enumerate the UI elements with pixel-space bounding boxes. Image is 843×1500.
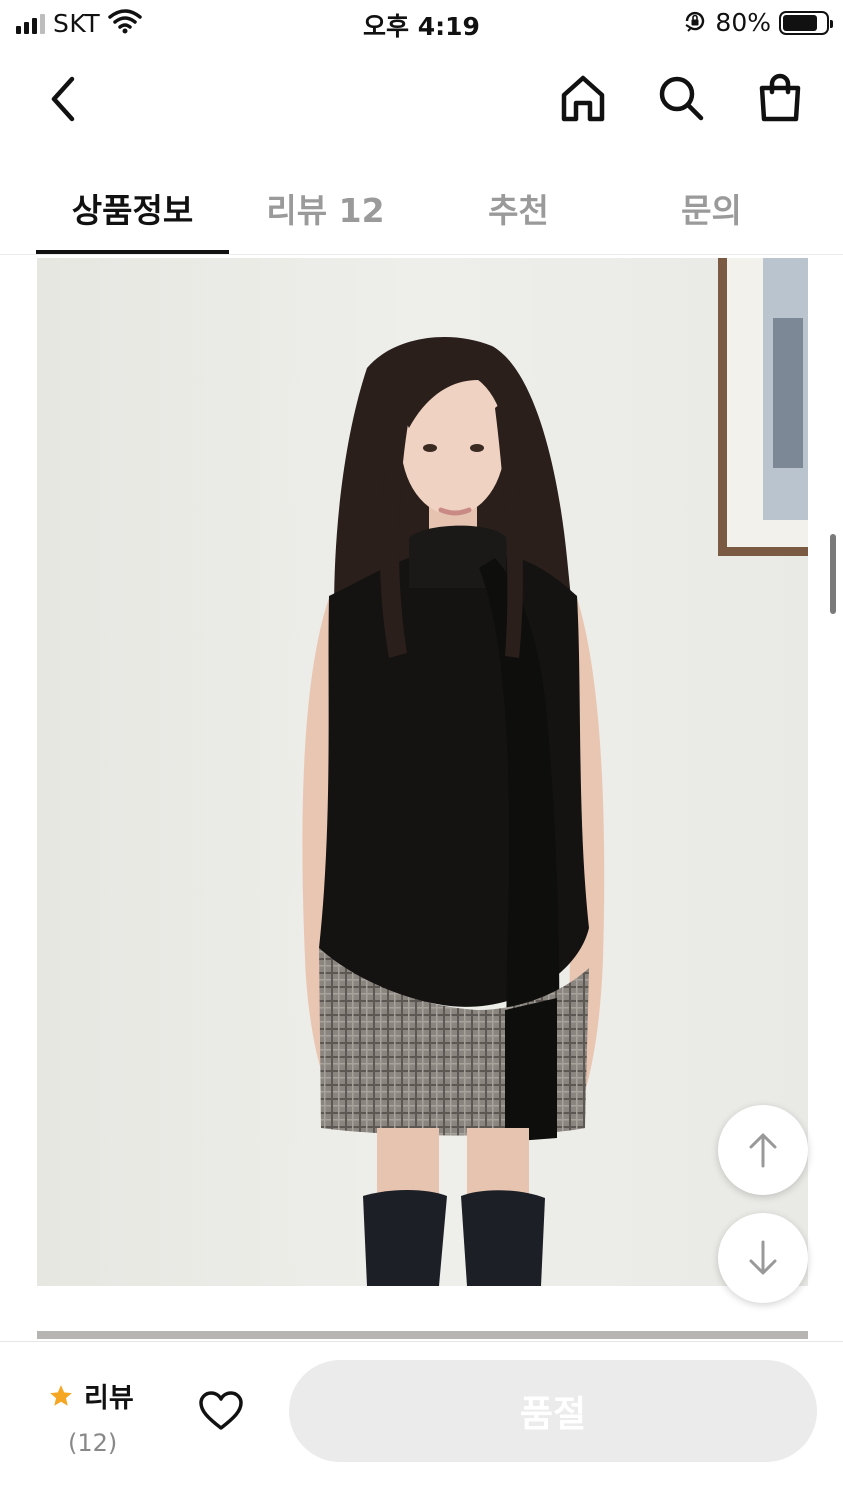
tabs-divider bbox=[0, 254, 843, 255]
cart-button[interactable] bbox=[750, 68, 810, 128]
page-scrollbar[interactable] bbox=[830, 534, 836, 614]
scroll-top-button[interactable] bbox=[718, 1105, 808, 1195]
product-tabs: 상품정보 리뷰 12 추천 문의 bbox=[36, 160, 808, 254]
orientation-lock-icon bbox=[683, 9, 707, 37]
home-button[interactable] bbox=[553, 68, 613, 128]
soldout-button[interactable]: 품절 bbox=[289, 1360, 817, 1462]
wishlist-button[interactable] bbox=[196, 1386, 246, 1436]
nav-bar bbox=[0, 56, 843, 142]
battery-percent: 80% bbox=[715, 8, 771, 37]
home-icon bbox=[561, 75, 605, 122]
search-button[interactable] bbox=[651, 68, 711, 128]
bottom-action-bar: 리뷰 (12) 품절 bbox=[0, 1341, 843, 1500]
search-icon bbox=[659, 76, 704, 121]
review-summary-top: 리뷰 bbox=[48, 1376, 168, 1415]
review-label: 리뷰 bbox=[84, 1383, 134, 1414]
back-arrow-icon bbox=[51, 76, 75, 122]
review-count: (12) bbox=[68, 1429, 118, 1457]
review-summary[interactable]: 리뷰 (12) bbox=[48, 1376, 168, 1457]
arrow-down-icon bbox=[749, 1240, 777, 1275]
star-icon bbox=[50, 1384, 72, 1406]
back-button[interactable] bbox=[34, 70, 92, 128]
next-image-edge bbox=[37, 1331, 808, 1339]
tab-recommend[interactable]: 추천 bbox=[422, 160, 615, 254]
heart-outline-icon bbox=[199, 1391, 243, 1430]
shopping-bag-icon bbox=[759, 73, 801, 122]
tab-product-info[interactable]: 상품정보 bbox=[36, 160, 229, 254]
arrow-up-icon bbox=[749, 1133, 777, 1168]
scroll-bottom-button[interactable] bbox=[718, 1213, 808, 1303]
tab-reviews[interactable]: 리뷰 12 bbox=[229, 160, 422, 254]
status-right: 80% bbox=[683, 8, 833, 37]
tab-inquiry[interactable]: 문의 bbox=[615, 160, 808, 254]
status-bar: SKT 오후 4:19 80% bbox=[0, 0, 843, 48]
product-image bbox=[37, 258, 808, 1286]
battery-icon bbox=[779, 10, 833, 35]
